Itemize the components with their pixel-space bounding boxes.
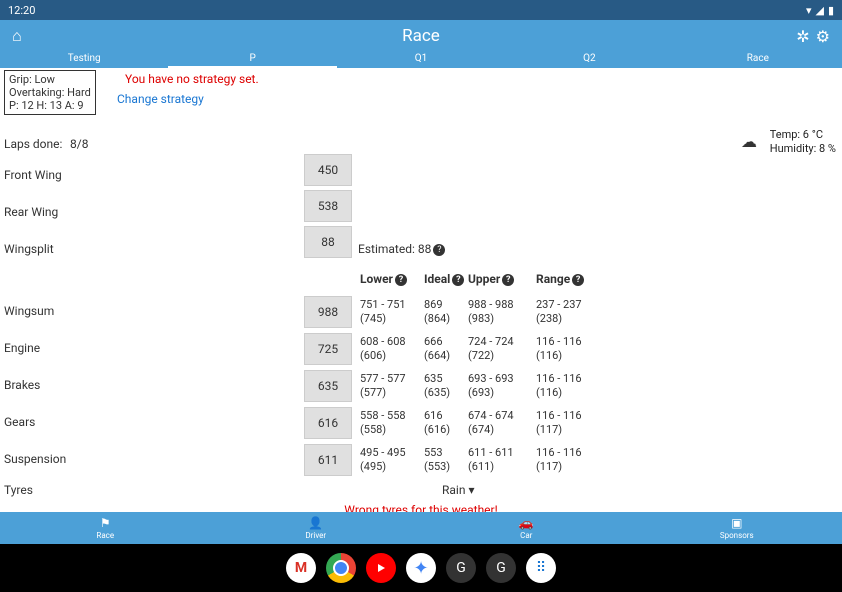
dock: M G G ⠿ [0,544,842,592]
overtaking-label: Overtaking: Hard [9,86,91,99]
ideal-suspension: 553(553) [424,446,450,474]
chrome-icon[interactable] [326,553,356,583]
grip-label: Grip: Low [9,73,91,86]
gmail-icon[interactable]: M [286,553,316,583]
humidity-label: Humidity: 8 % [770,142,836,156]
status-bar: 12:20 ▾ ◢ ▮ [0,0,842,20]
nav-sponsors[interactable]: ▣Sponsors [632,512,842,544]
value-wingsum[interactable]: 988 [304,296,352,328]
label-rear-wing: Rear Wing [4,205,58,219]
help-icon[interactable]: ? [572,274,584,286]
ideal-gears: 616(616) [424,409,450,437]
laps-done-value: 8/8 [70,137,88,151]
content: Grip: Low Overtaking: Hard P: 12 H: 13 A… [0,68,842,512]
track-info-box: Grip: Low Overtaking: Hard P: 12 H: 13 A… [4,70,96,115]
range-brakes: 116 - 116(116) [536,372,582,400]
ideal-wingsum: 869(864) [424,298,450,326]
tyres-select[interactable]: Rain ▾ [442,483,474,497]
help-icon[interactable]: ? [395,274,407,286]
car-icon: 🚗 [519,516,534,530]
ideal-engine: 666(664) [424,335,450,363]
value-suspension[interactable]: 611 [304,444,352,476]
sponsor-icon: ▣ [731,516,742,530]
range-gears: 116 - 116(117) [536,409,582,437]
upper-gears: 674 - 674(674) [468,409,514,437]
value-brakes[interactable]: 635 [304,370,352,402]
upper-brakes: 693 - 693(693) [468,372,514,400]
lower-engine: 608 - 608(606) [360,335,406,363]
app-title: Race [402,26,440,46]
tab-race[interactable]: Race [674,52,842,68]
lower-gears: 558 - 558(558) [360,409,406,437]
value-gears[interactable]: 616 [304,407,352,439]
lower-suspension: 495 - 495(495) [360,446,406,474]
nav-driver[interactable]: 👤Driver [211,512,422,544]
tab-p[interactable]: P [168,52,336,68]
nav-race[interactable]: ⚑Race [0,512,211,544]
label-engine: Engine [4,341,40,355]
value-engine[interactable]: 725 [304,333,352,365]
app-icon-1[interactable]: G [446,553,476,583]
app-icon-2[interactable]: G [486,553,516,583]
help-icon[interactable]: ? [502,274,514,286]
label-tyres: Tyres [4,483,33,497]
wifi-icon: ▾ [806,4,812,17]
value-wingsplit[interactable]: 88 [304,226,352,258]
range-engine: 116 - 116(116) [536,335,582,363]
upper-engine: 724 - 724(722) [468,335,514,363]
estimate-label: Estimated: 88? [358,242,445,256]
laps-done-label: Laps done: [4,137,62,151]
battery-icon: ▮ [828,4,834,17]
label-brakes: Brakes [4,378,40,392]
ideal-brakes: 635(635) [424,372,450,400]
status-time: 12:20 [8,4,35,17]
status-right: ▾ ◢ ▮ [806,4,834,17]
change-strategy-link[interactable]: Change strategy [117,92,204,106]
nav-car[interactable]: 🚗Car [421,512,632,544]
header-range: Range? [536,272,584,286]
person-icon: 👤 [308,516,323,530]
tabs: Testing P Q1 Q2 Race [0,52,842,68]
label-front-wing: Front Wing [4,168,62,182]
signal-icon: ◢ [815,4,823,17]
gear-icon[interactable]: ⚙ [816,27,830,46]
value-rear-wing[interactable]: 538 [304,190,352,222]
wrong-tyres-warning: Wrong tyres for this weather! [344,503,497,512]
no-strategy-warning: You have no strategy set. [125,72,259,86]
help-icon[interactable]: ? [452,274,464,286]
label-wingsplit: Wingsplit [4,242,54,256]
app-bar: ⌂ Race ✲ ⚙ [0,20,842,52]
photos-icon[interactable] [406,553,436,583]
label-wingsum: Wingsum [4,304,54,318]
apps-icon[interactable]: ⠿ [526,553,556,583]
header-lower: Lower? [360,272,407,286]
cloud-icon: ☁ [741,132,757,151]
value-front-wing[interactable]: 450 [304,154,352,186]
upper-suspension: 611 - 611(611) [468,446,514,474]
label-gears: Gears [4,415,35,429]
lower-wingsum: 751 - 751(745) [360,298,406,326]
help-icon[interactable]: ? [433,244,445,256]
pha-label: P: 12 H: 13 A: 9 [9,99,91,112]
youtube-icon[interactable] [366,553,396,583]
temp-label: Temp: 6 °C [770,128,836,142]
flag-icon: ⚑ [100,516,111,530]
lower-brakes: 577 - 577(577) [360,372,406,400]
label-suspension: Suspension [4,452,66,466]
header-ideal: Ideal? [424,272,464,286]
tab-q2[interactable]: Q2 [505,52,673,68]
home-icon[interactable]: ⌂ [12,26,22,46]
range-suspension: 116 - 116(117) [536,446,582,474]
range-wingsum: 237 - 237(238) [536,298,582,326]
bottom-nav: ⚑Race 👤Driver 🚗Car ▣Sponsors [0,512,842,544]
upper-wingsum: 988 - 988(983) [468,298,514,326]
bug-icon[interactable]: ✲ [796,27,809,46]
tab-q1[interactable]: Q1 [337,52,505,68]
header-upper: Upper? [468,272,514,286]
weather-box: Temp: 6 °C Humidity: 8 % [770,128,836,156]
tab-testing[interactable]: Testing [0,52,168,68]
